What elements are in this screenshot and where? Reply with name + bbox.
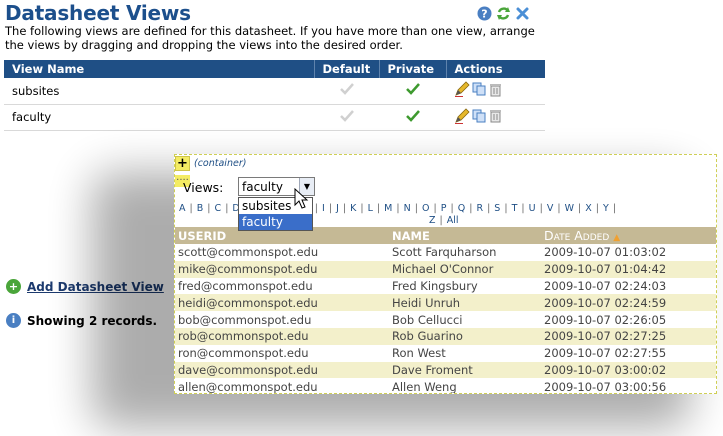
- record-userid: ron@commonspot.edu: [178, 346, 309, 361]
- date-added-label: Date Added: [544, 228, 610, 243]
- record-date: 2009-10-07 02:24:59: [541, 294, 716, 312]
- view-row[interactable]: subsites: [4, 78, 545, 105]
- edit-pencil-icon[interactable]: [454, 107, 470, 124]
- column-header-view-name[interactable]: View Name: [4, 60, 315, 78]
- record-name: Fred Kingsbury: [392, 278, 478, 293]
- record-name: Ron West: [392, 346, 446, 361]
- record-row[interactable]: bob@commonspot.edu Bob Cellucci 2009-10-07…: [175, 311, 716, 328]
- record-date: 2009-10-07 03:00:02: [541, 361, 716, 379]
- add-icon[interactable]: +: [6, 279, 21, 294]
- column-header-private: Private: [379, 60, 447, 78]
- container-add-icon[interactable]: +: [175, 156, 190, 171]
- view-name: faculty: [4, 104, 314, 131]
- record-userid: bob@commonspot.edu: [178, 312, 312, 327]
- record-userid: mike@commonspot.edu: [175, 260, 389, 278]
- info-icon: i: [6, 313, 21, 328]
- record-row[interactable]: ron@commonspot.edu Ron West 2009-10-07 02:…: [175, 345, 716, 362]
- record-name: Michael O'Connor: [389, 260, 541, 278]
- refresh-icon[interactable]: [496, 6, 511, 21]
- record-userid: fred@commonspot.edu: [178, 278, 313, 293]
- record-row[interactable]: mike@commonspot.edu Michael O'Connor 2009-…: [175, 260, 716, 278]
- page-title: Datasheet Views: [5, 1, 191, 25]
- delete-trash-icon[interactable]: [488, 108, 502, 123]
- mouse-cursor-icon: [294, 188, 309, 209]
- column-header-default: Default: [314, 60, 380, 78]
- record-date: 2009-10-07 01:03:02: [544, 245, 667, 260]
- private-check-icon[interactable]: [379, 104, 446, 131]
- views-table: View Name Default Private Actions subsit…: [4, 60, 545, 131]
- views-select-label: Views:: [183, 180, 224, 195]
- record-name: Bob Cellucci: [392, 312, 463, 327]
- copy-icon[interactable]: [472, 109, 486, 123]
- record-row[interactable]: fred@commonspot.edu Fred Kingsbury 2009-10…: [175, 278, 716, 295]
- record-date: 2009-10-07 02:26:05: [544, 312, 667, 327]
- letter-filter-link[interactable]: N: [404, 203, 411, 214]
- column-header-name[interactable]: NAME: [389, 227, 541, 244]
- delete-trash-icon[interactable]: [488, 82, 502, 97]
- close-icon[interactable]: [515, 6, 530, 21]
- record-row[interactable]: allen@commonspot.edu Allen Weng 2009-10-07…: [175, 378, 716, 394]
- view-row[interactable]: faculty: [4, 104, 545, 131]
- sort-asc-icon: ▲: [613, 233, 621, 243]
- record-date: 2009-10-07 02:27:55: [544, 346, 667, 361]
- record-date: 2009-10-07 02:24:03: [544, 278, 667, 293]
- record-row[interactable]: dave@commonspot.edu Dave Froment 2009-10-0…: [175, 361, 716, 379]
- page-description: The following views are defined for this…: [5, 24, 535, 52]
- dropdown-option-faculty[interactable]: faculty: [239, 214, 312, 230]
- record-name: Dave Froment: [389, 361, 541, 379]
- record-userid: allen@commonspot.edu: [178, 379, 318, 394]
- column-header-actions: Actions: [446, 60, 545, 78]
- view-name: subsites: [4, 78, 314, 105]
- default-check-icon[interactable]: [314, 104, 379, 131]
- records-table: USERID NAME Date Added ▲ scott@commonspo…: [175, 227, 716, 394]
- record-name: Heidi Unruh: [389, 294, 541, 312]
- svg-text:?: ?: [481, 8, 487, 21]
- record-date: 2009-10-07 01:04:42: [541, 260, 716, 278]
- edit-pencil-icon[interactable]: [454, 81, 470, 98]
- record-row[interactable]: heidi@commonspot.edu Heidi Unruh 2009-10-0…: [175, 294, 716, 312]
- letter-filter-link[interactable]: W: [565, 203, 574, 214]
- copy-icon[interactable]: [472, 82, 486, 96]
- container-label: (container): [194, 158, 247, 169]
- letter-filter-link[interactable]: U: [529, 203, 536, 214]
- default-check-icon[interactable]: [314, 78, 379, 105]
- record-row[interactable]: rob@commonspot.edu Rob Guarino 2009-10-07 …: [175, 327, 716, 345]
- column-header-date-added[interactable]: Date Added ▲: [541, 227, 716, 244]
- record-date: 2009-10-07 03:00:56: [544, 379, 667, 394]
- letter-filter-link[interactable]: All: [447, 215, 459, 226]
- record-name: Rob Guarino: [389, 327, 541, 345]
- views-table-header: View Name Default Private Actions: [4, 60, 545, 78]
- record-row[interactable]: scott@commonspot.edu Scott Farquharson 200…: [175, 244, 716, 261]
- record-userid: scott@commonspot.edu: [178, 245, 319, 260]
- help-icon[interactable]: ?: [477, 6, 492, 21]
- views-select-value: faculty: [242, 179, 283, 194]
- container-bar: + (container): [175, 155, 716, 172]
- view-actions: [446, 78, 545, 105]
- record-name: Allen Weng: [392, 379, 457, 394]
- record-userid: dave@commonspot.edu: [175, 361, 389, 379]
- record-name: Scott Farquharson: [392, 245, 497, 260]
- record-date: 2009-10-07 02:27:25: [541, 327, 716, 345]
- private-check-icon[interactable]: [379, 78, 446, 105]
- header-icon-group: ?: [477, 6, 530, 21]
- record-userid: rob@commonspot.edu: [175, 327, 389, 345]
- datasheet-preview: + (container) .... Views: faculty ▼ subs…: [174, 154, 717, 394]
- view-actions: [446, 104, 545, 131]
- record-userid: heidi@commonspot.edu: [175, 294, 389, 312]
